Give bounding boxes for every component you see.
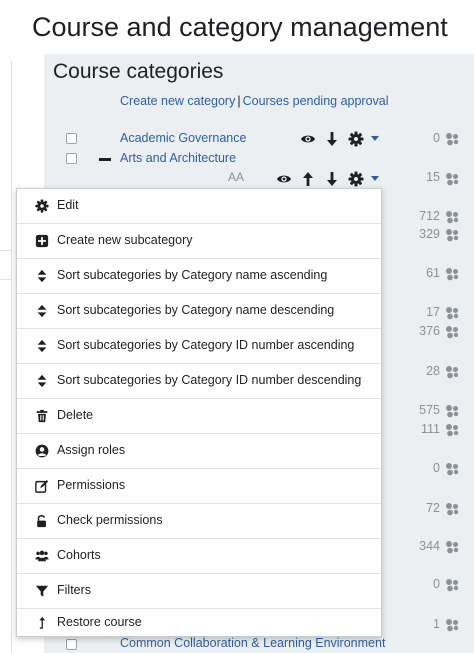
menu-item-edit[interactable]: Edit	[17, 189, 381, 224]
trash-icon	[36, 409, 48, 423]
courses-icon	[446, 211, 459, 224]
drawer-toggle[interactable]	[0, 250, 12, 280]
category-name-link[interactable]: Arts and Architecture	[120, 151, 236, 165]
category-name-link[interactable]: Academic Governance	[120, 131, 246, 145]
course-count: 344	[419, 539, 440, 553]
courses-icon	[446, 619, 459, 632]
course-count: 111	[420, 422, 440, 436]
plus-square-icon	[35, 234, 49, 248]
category-name-link[interactable]: Common Collaboration & Learning Environm…	[120, 636, 385, 650]
gear-icon[interactable]	[348, 171, 364, 187]
gear-icon[interactable]	[348, 131, 364, 147]
menu-item-sort-idnumber-desc[interactable]: Sort subcategories by Category ID number…	[17, 364, 381, 399]
course-count: 28	[426, 364, 440, 378]
menu-item-label: Create new subcategory	[57, 233, 193, 247]
menu-item-label: Sort subcategories by Category ID number…	[57, 373, 362, 387]
menu-item-cohorts[interactable]: Cohorts	[17, 539, 381, 574]
menu-item-label: Restore course	[57, 615, 142, 629]
menu-item-label: Delete	[57, 408, 94, 422]
level-up-icon	[39, 616, 46, 629]
category-menu-toggle[interactable]	[371, 176, 379, 181]
courses-pending-approval-link[interactable]: Courses pending approval	[243, 94, 389, 108]
link-separator: |	[237, 94, 241, 108]
menu-item-sort-idnumber-asc[interactable]: Sort subcategories by Category ID number…	[17, 329, 381, 364]
sort-icon	[37, 339, 47, 353]
category-actions-menu: Edit Create new subcategory Sort subcate…	[16, 188, 382, 637]
courses-icon	[446, 326, 459, 339]
eye-icon[interactable]	[276, 171, 292, 187]
courses-icon	[446, 579, 459, 592]
course-count: 329	[419, 227, 440, 241]
courses-icon	[446, 133, 459, 146]
course-count: 17	[426, 305, 440, 319]
courses-icon	[446, 405, 459, 418]
course-count: 61	[426, 266, 440, 280]
category-checkbox[interactable]	[66, 153, 77, 164]
arrow-up-icon[interactable]	[300, 171, 316, 187]
courses-icon	[446, 366, 459, 379]
panel-title: Course categories	[53, 60, 224, 83]
sort-icon	[37, 304, 47, 318]
menu-item-filters[interactable]: Filters	[17, 574, 381, 609]
arrow-down-icon[interactable]	[324, 171, 340, 187]
course-count: 575	[419, 403, 440, 417]
arrow-down-icon[interactable]	[324, 131, 340, 147]
menu-item-delete[interactable]: Delete	[17, 399, 381, 434]
menu-item-assign-roles[interactable]: Assign roles	[17, 434, 381, 469]
sort-icon	[37, 374, 47, 388]
collapse-icon[interactable]	[99, 158, 111, 161]
eye-icon[interactable]	[300, 131, 316, 147]
edit-icon	[35, 480, 49, 493]
menu-item-label: Edit	[57, 198, 79, 212]
course-count: 0	[433, 577, 440, 591]
menu-item-restore-course[interactable]: Restore course	[17, 609, 381, 637]
left-drawer-edge	[0, 60, 12, 653]
unlock-icon	[37, 514, 46, 528]
menu-item-permissions[interactable]: Permissions	[17, 469, 381, 504]
courses-icon	[446, 229, 459, 242]
course-count: 376	[419, 324, 440, 338]
courses-icon	[446, 268, 459, 281]
category-checkbox[interactable]	[66, 133, 77, 144]
courses-icon	[446, 541, 459, 554]
menu-item-sort-name-asc[interactable]: Sort subcategories by Category name asce…	[17, 259, 381, 294]
menu-item-label: Permissions	[57, 478, 126, 492]
courses-icon	[446, 173, 459, 186]
course-count: 1	[433, 617, 440, 631]
sort-icon	[37, 269, 47, 283]
courses-icon	[446, 503, 459, 516]
category-menu-toggle[interactable]	[371, 136, 379, 141]
course-count: 72	[426, 501, 440, 515]
gear-icon	[35, 199, 49, 213]
create-new-category-link[interactable]: Create new category	[120, 94, 235, 108]
category-idnumber: AA	[228, 170, 245, 184]
category-checkbox[interactable]	[66, 639, 77, 650]
menu-item-label: Sort subcategories by Category ID number…	[57, 338, 355, 352]
category-row: Academic Governance 0	[44, 130, 474, 150]
course-count: 15	[426, 170, 440, 184]
category-links: Create new category | Courses pending appr…	[120, 94, 389, 108]
courses-icon	[446, 463, 459, 476]
menu-item-create-subcategory[interactable]: Create new subcategory	[17, 224, 381, 259]
menu-item-sort-name-desc[interactable]: Sort subcategories by Category name desc…	[17, 294, 381, 329]
menu-item-label: Sort subcategories by Category name desc…	[57, 303, 335, 317]
course-count: 0	[433, 461, 440, 475]
menu-item-check-permissions[interactable]: Check permissions	[17, 504, 381, 539]
courses-icon	[446, 307, 459, 320]
user-circle-icon	[35, 444, 49, 458]
course-count: 0	[433, 131, 440, 145]
menu-item-label: Sort subcategories by Category name asce…	[57, 268, 328, 282]
category-row-details: AA 15	[44, 170, 474, 190]
course-count: 712	[419, 209, 440, 223]
users-icon	[35, 550, 49, 562]
category-row: Arts and Architecture	[44, 150, 474, 170]
courses-icon	[446, 424, 459, 437]
menu-item-label: Filters	[57, 583, 92, 597]
menu-item-label: Cohorts	[57, 548, 101, 562]
menu-item-label: Assign roles	[57, 443, 126, 457]
menu-item-label: Check permissions	[57, 513, 163, 527]
page-title: Course and category management	[32, 12, 448, 42]
filter-icon	[35, 585, 49, 597]
